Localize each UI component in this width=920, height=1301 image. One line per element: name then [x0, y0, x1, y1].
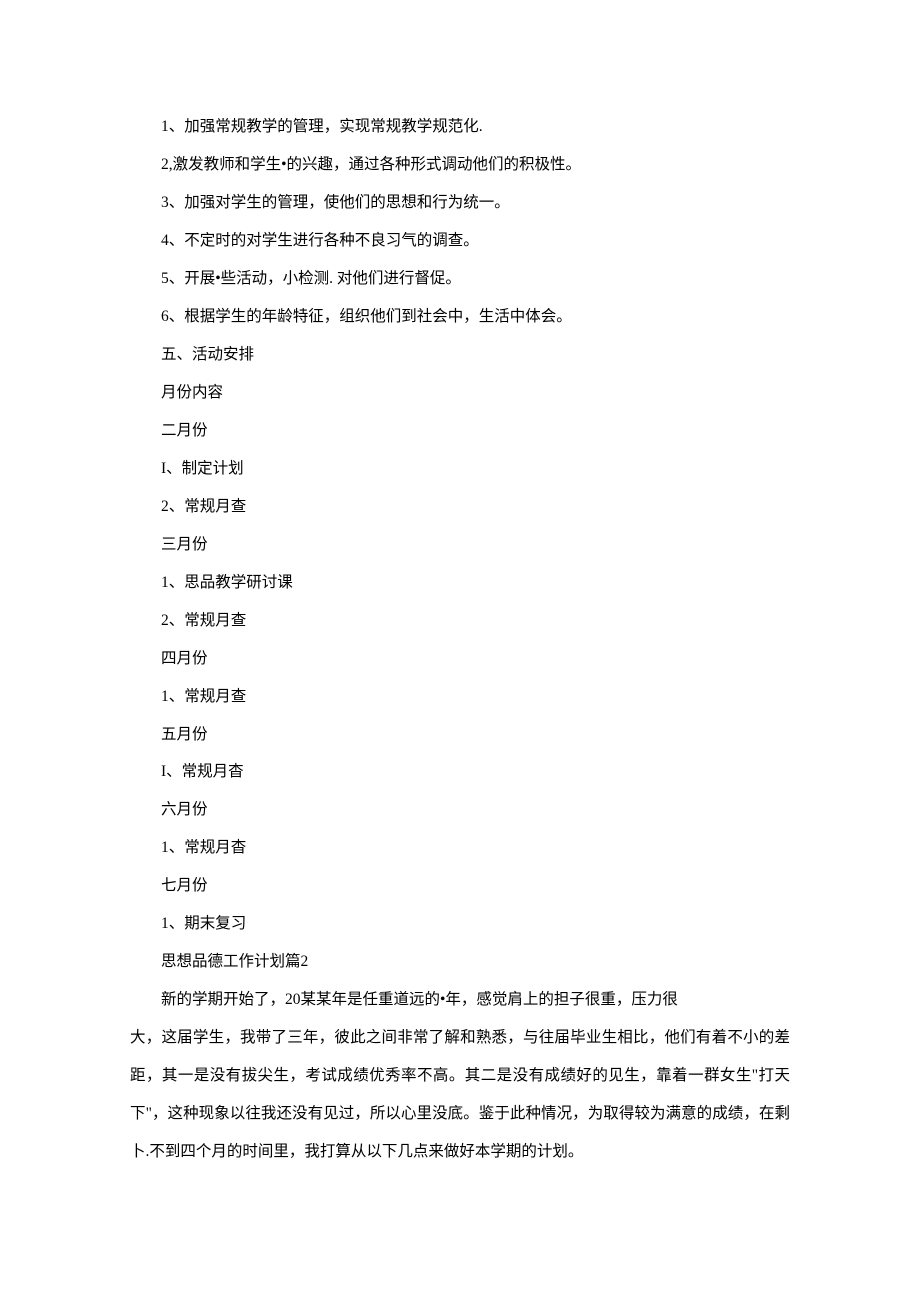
paragraph-rest: 大，这届学生，我带了三年，彼此之间非常了解和熟悉，与往届毕业生相比，他们有着不小…	[130, 1019, 790, 1171]
month-heading: 六月份	[130, 791, 790, 829]
month-heading: 五月份	[130, 716, 790, 754]
month-heading: 二月份	[130, 412, 790, 450]
month-heading: 七月份	[130, 867, 790, 905]
section-title: 思想品德工作计划篇2	[130, 943, 790, 981]
text-line: 1、思品教学研讨课	[130, 564, 790, 602]
section-heading: 五、活动安排	[130, 336, 790, 374]
text-line: 月份内容	[130, 374, 790, 412]
text-line: 5、开展•些活动，小检测. 对他们进行督促。	[130, 260, 790, 298]
paragraph-first-line: 新的学期开始了，20某某年是任重道远的•年，感觉肩上的担子很重，压力很	[130, 981, 790, 1019]
body-paragraph: 新的学期开始了，20某某年是任重道远的•年，感觉肩上的担子很重，压力很 大，这届…	[130, 981, 790, 1171]
text-line: 3、加强对学生的管理，使他们的思想和行为统一。	[130, 184, 790, 222]
text-line: 2、常规月查	[130, 488, 790, 526]
text-line: 1、常规月杳	[130, 829, 790, 867]
month-heading: 三月份	[130, 526, 790, 564]
text-line: 6、根据学生的年龄特征，组织他们到社会中，生活中体会。	[130, 298, 790, 336]
text-line: 1、期末复习	[130, 905, 790, 943]
text-line: 4、不定时的对学生进行各种不良习气的调查。	[130, 222, 790, 260]
document-content: 1、加强常规教学的管理，实现常规教学规范化. 2,激发教师和学生•的兴趣，通过各…	[130, 108, 790, 1171]
text-line: 2、常规月查	[130, 602, 790, 640]
text-line: I、制定计划	[130, 450, 790, 488]
text-line: 1、常规月查	[130, 678, 790, 716]
text-line: 1、加强常规教学的管理，实现常规教学规范化.	[130, 108, 790, 146]
text-line: 2,激发教师和学生•的兴趣，通过各种形式调动他们的积极性。	[130, 146, 790, 184]
month-heading: 四月份	[130, 640, 790, 678]
text-line: I、常规月杳	[130, 753, 790, 791]
